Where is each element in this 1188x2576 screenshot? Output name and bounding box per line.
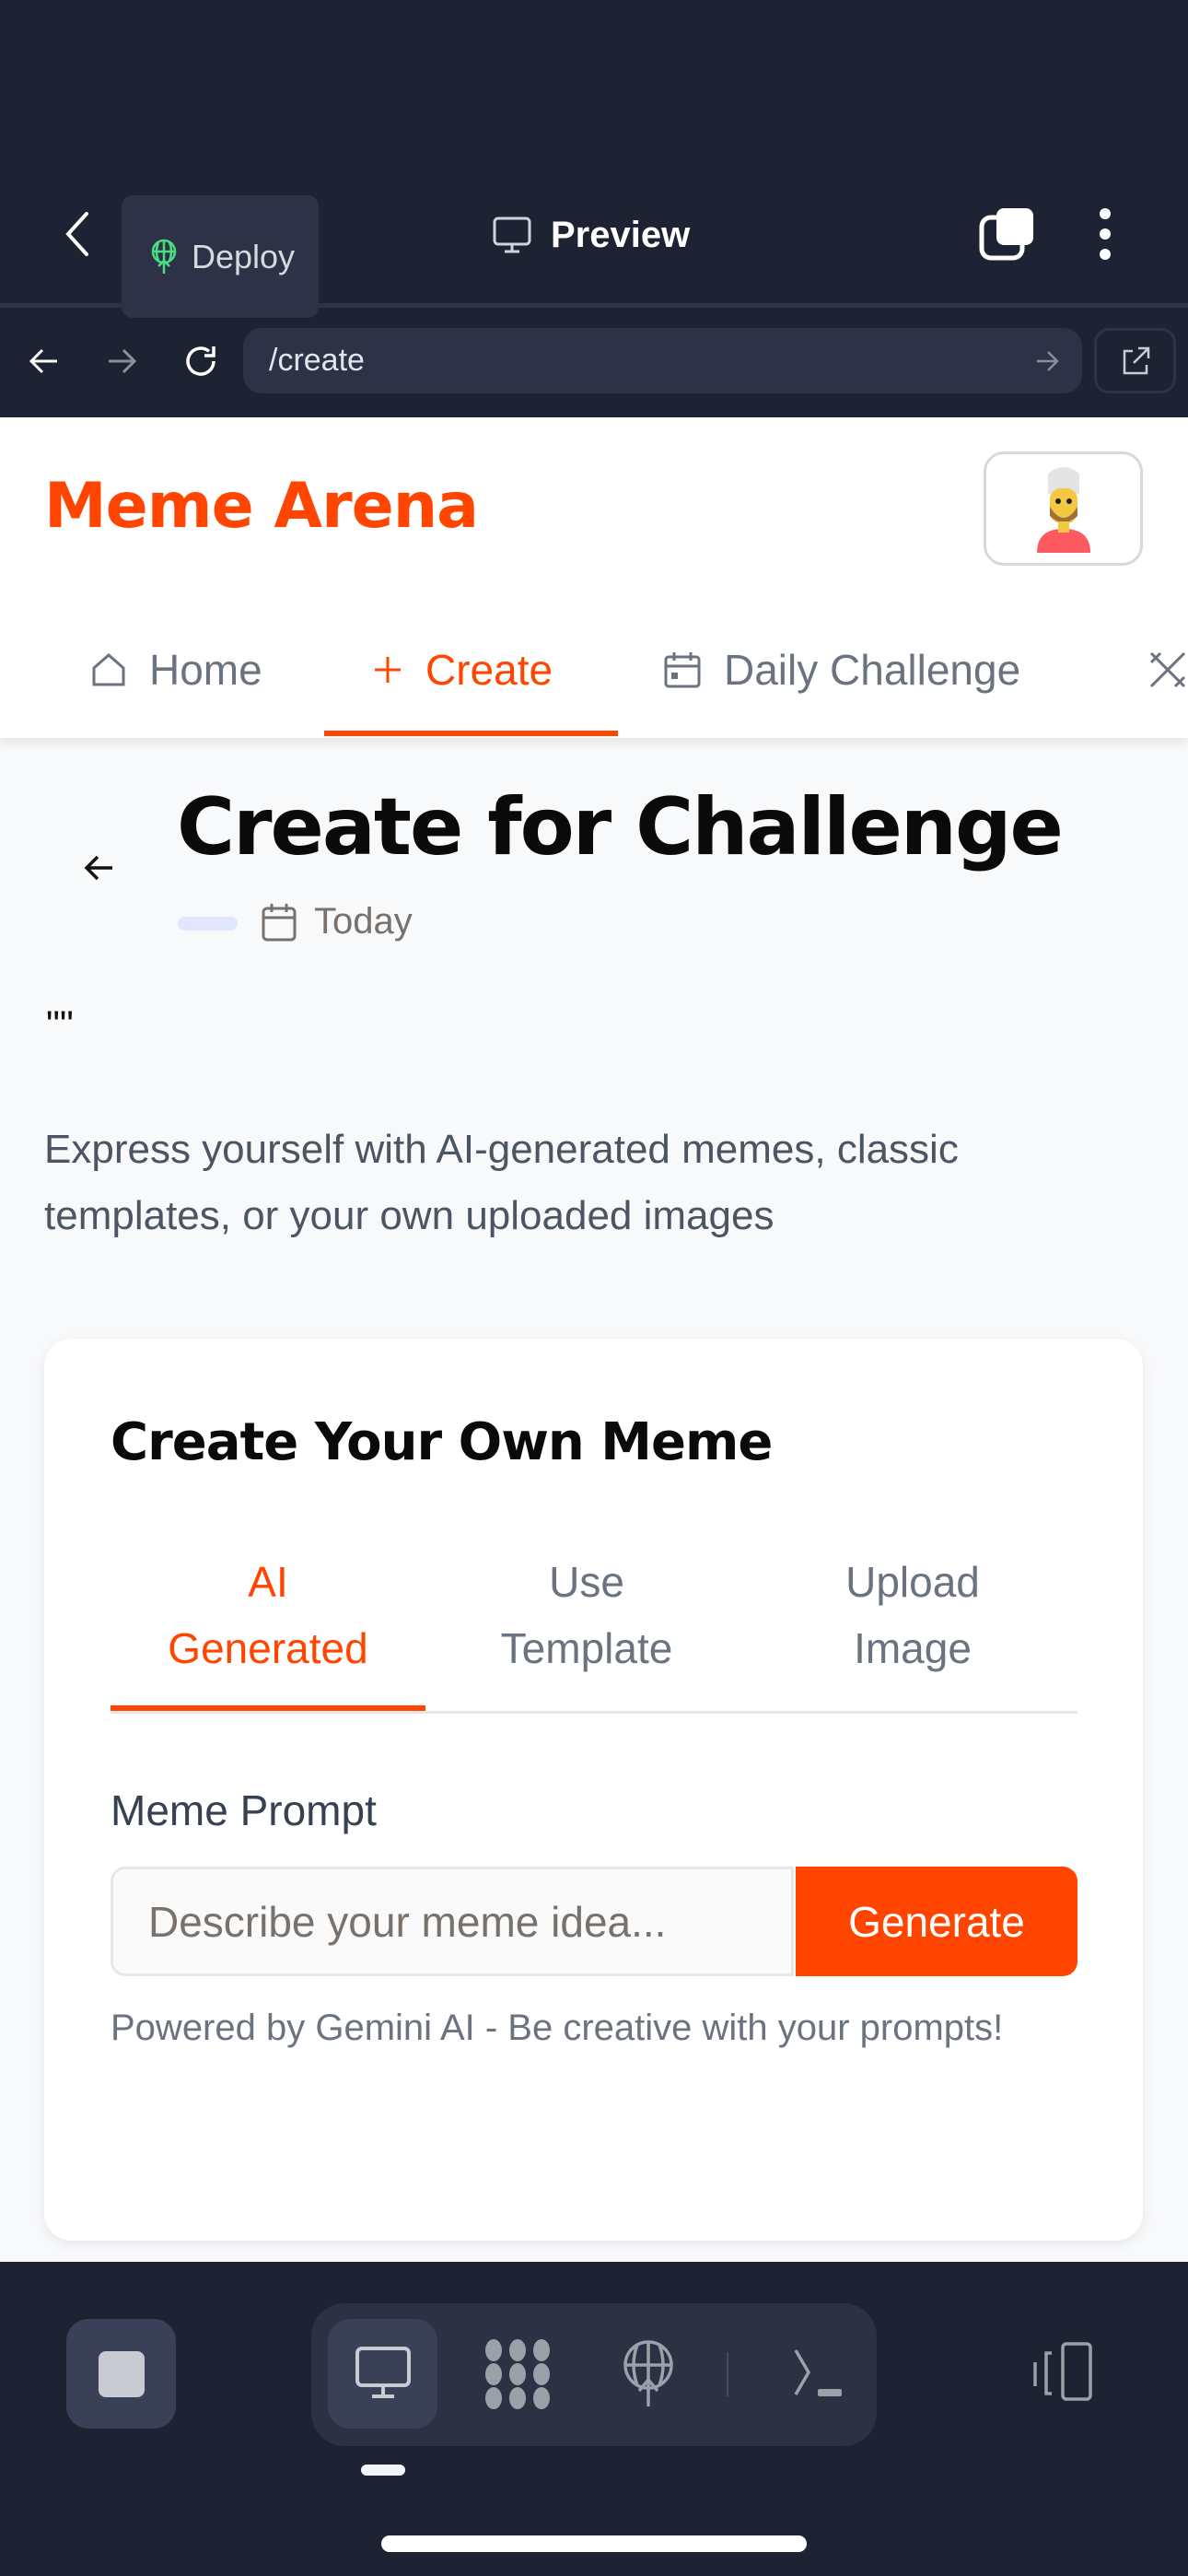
workflow-button[interactable] (462, 2319, 572, 2429)
open-external-button[interactable] (1094, 328, 1176, 393)
deploy-label: Deploy (192, 237, 296, 275)
terminal-button[interactable] (763, 2319, 872, 2429)
helper-text: Powered by Gemini AI - Be creative with … (111, 2008, 1004, 2048)
back-arrow-button[interactable] (81, 849, 118, 891)
toolbar-separator (727, 2352, 728, 2396)
nodes-icon (484, 2338, 550, 2409)
prompt-label: Meme Prompt (111, 1786, 377, 1834)
tab-label-line2: Generated (168, 1624, 368, 1672)
challenge-tag-pill (178, 917, 238, 931)
stop-icon (98, 2350, 145, 2397)
monitor-icon (355, 2346, 411, 2398)
tab-label-line1: Upload (845, 1558, 980, 1606)
reload-icon[interactable] (181, 341, 221, 386)
avatar-image (1036, 467, 1090, 553)
tab-use-template[interactable]: Use Template (425, 1549, 748, 1705)
tabs-switcher-icon[interactable] (978, 205, 1037, 268)
nav-daily-challenge-label: Daily Challenge (724, 646, 1021, 694)
preview-view-button[interactable] (328, 2319, 437, 2429)
calendar-icon (664, 652, 701, 688)
nav-home-label: Home (149, 646, 262, 694)
meme-prompt-input[interactable]: Describe your meme idea... (111, 1867, 794, 1976)
calendar-small-icon (262, 903, 297, 941)
date-label: Today (314, 901, 413, 942)
tab-label-line1: Use (549, 1558, 624, 1606)
url-bar[interactable]: /create (243, 328, 1082, 393)
generate-button[interactable]: Generate (796, 1867, 1077, 1976)
back-chevron-icon[interactable] (61, 208, 94, 264)
url-text: /create (269, 343, 365, 378)
tabs-divider (111, 1711, 1077, 1714)
chrome-divider (0, 303, 1188, 308)
stop-button[interactable] (66, 2319, 176, 2429)
challenge-date: Today (261, 901, 413, 943)
plus-icon (375, 657, 401, 683)
tab-upload-image[interactable]: Upload Image (748, 1549, 1077, 1705)
active-view-indicator (361, 2465, 405, 2476)
go-arrow-icon[interactable] (1034, 348, 1060, 374)
nav-create-label: Create (425, 646, 553, 694)
tab-label-line2: Image (854, 1624, 972, 1672)
nav-tab-create[interactable]: Create (372, 636, 553, 704)
device-rotate-icon[interactable] (1031, 2340, 1098, 2411)
user-avatar-button[interactable] (984, 451, 1143, 566)
tab-label-line1: AI (248, 1558, 288, 1606)
page-description: Express yourself with AI-generated memes… (44, 1127, 959, 1238)
nav-tab-daily-challenge[interactable]: Daily Challenge (663, 636, 1020, 704)
more-options-icon[interactable] (1096, 206, 1114, 266)
nav-active-underline (324, 731, 618, 736)
create-meme-card: Create Your Own Meme AI Generated Use Te… (44, 1339, 1143, 2241)
nav-back-icon[interactable] (26, 343, 63, 384)
page-title: Create for Challenge (177, 781, 1064, 873)
monitor-icon (493, 217, 531, 253)
view-switcher (311, 2303, 877, 2446)
nav-forward-icon[interactable] (103, 343, 140, 384)
prompt-placeholder: Describe your meme idea... (148, 1897, 667, 1946)
deploy-view-button[interactable] (593, 2319, 703, 2429)
swords-icon[interactable] (1147, 650, 1188, 695)
nav-tab-home[interactable]: Home (90, 636, 262, 704)
terminal-icon (793, 2348, 842, 2396)
home-icon (92, 653, 125, 686)
deploy-globe-icon (151, 239, 177, 274)
tab-active-underline (111, 1705, 425, 1711)
globe-upload-icon (623, 2339, 673, 2406)
preview-label: Preview (551, 214, 691, 255)
preview-title: Preview (492, 207, 690, 263)
deploy-button[interactable]: Deploy (122, 195, 319, 318)
home-indicator[interactable] (381, 2535, 807, 2552)
tab-label-line2: Template (500, 1624, 673, 1672)
challenge-quote: "" (46, 1002, 74, 1046)
card-title: Create Your Own Meme (111, 1412, 773, 1472)
external-link-icon (1123, 346, 1149, 374)
tab-ai-generated[interactable]: AI Generated (111, 1549, 425, 1705)
app-logo[interactable]: Meme Arena (44, 470, 479, 543)
